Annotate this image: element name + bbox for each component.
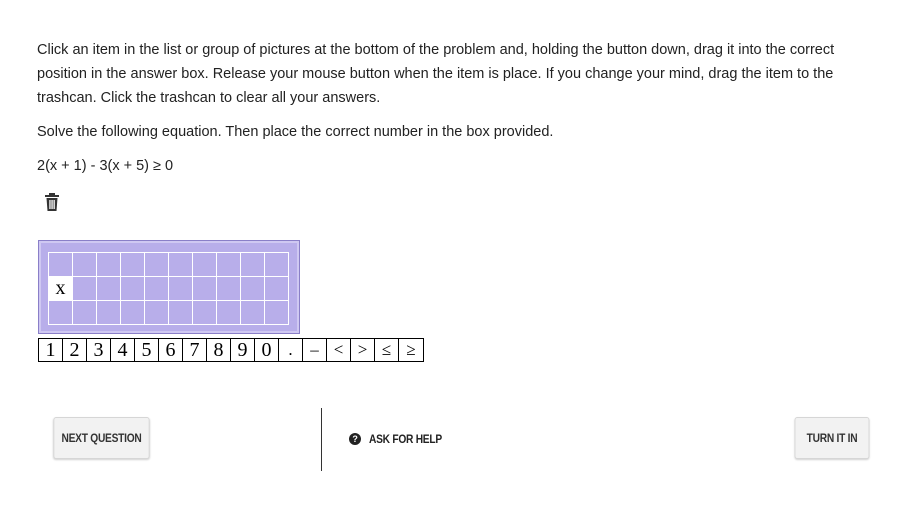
palette-tile[interactable]: 5 [135,339,159,361]
palette-tile[interactable]: 8 [207,339,231,361]
palette-tile[interactable]: 7 [183,339,207,361]
answer-cell[interactable] [193,301,217,325]
answer-cell[interactable] [49,301,73,325]
next-question-button[interactable]: NEXT QUESTION [53,417,150,459]
divider [321,408,322,471]
answer-cell[interactable] [217,253,241,277]
answer-cell[interactable] [121,301,145,325]
palette-tile[interactable]: 6 [159,339,183,361]
palette-tile[interactable]: ≤ [375,339,399,361]
answer-cell[interactable] [73,277,97,301]
answer-cell[interactable] [193,277,217,301]
palette-tile[interactable]: 2 [63,339,87,361]
answer-cell[interactable] [217,301,241,325]
answer-cell[interactable] [121,253,145,277]
answer-cell[interactable] [97,301,121,325]
answer-cell[interactable] [145,253,169,277]
question-circle-icon: ? [349,433,361,445]
item-palette: 1 2 3 4 5 6 7 8 9 0. – < > ≤ ≥ [38,338,424,362]
ask-for-help-label: ASK FOR HELP [369,432,442,446]
answer-box[interactable]: x [38,240,300,334]
answer-cell[interactable] [241,301,265,325]
answer-cell[interactable] [97,277,121,301]
palette-tile[interactable]: – [303,339,327,361]
palette-tile[interactable]: 0 [255,339,279,361]
trash-icon[interactable] [43,192,61,212]
answer-cell[interactable] [169,253,193,277]
answer-grid[interactable]: x [48,252,289,325]
answer-cell[interactable] [265,277,289,301]
palette-tile[interactable]: 1 [39,339,63,361]
answer-cell[interactable] [49,253,73,277]
answer-cell[interactable] [73,301,97,325]
equation: 2(x + 1) - 3(x + 5) ≥ 0 [37,158,174,174]
question-prompt: Solve the following equation. Then place… [37,124,554,140]
palette-tile[interactable]: . [279,339,303,361]
palette-tile[interactable]: 4 [111,339,135,361]
palette-tile[interactable]: > [351,339,375,361]
answer-cell[interactable] [145,277,169,301]
answer-cell[interactable] [241,253,265,277]
answer-cell[interactable] [73,253,97,277]
ask-for-help-button[interactable]: ? ASK FOR HELP [349,428,455,450]
palette-tile[interactable]: 9 [231,339,255,361]
answer-cell[interactable] [193,253,217,277]
answer-cell[interactable] [121,277,145,301]
answer-cell[interactable] [97,253,121,277]
palette-tile[interactable]: < [327,339,351,361]
answer-cell[interactable] [265,253,289,277]
answer-cell[interactable] [169,277,193,301]
answer-cell[interactable] [265,301,289,325]
turn-it-in-button[interactable]: TURN IT IN [794,417,870,459]
palette-tile[interactable]: 3 [87,339,111,361]
answer-cell[interactable] [217,277,241,301]
palette-tile[interactable]: ≥ [399,339,423,361]
answer-cell[interactable] [145,301,169,325]
instructions-text: Click an item in the list or group of pi… [37,42,835,106]
answer-cell[interactable] [169,301,193,325]
answer-cell[interactable] [241,277,265,301]
answer-cell-filled[interactable]: x [49,277,73,301]
